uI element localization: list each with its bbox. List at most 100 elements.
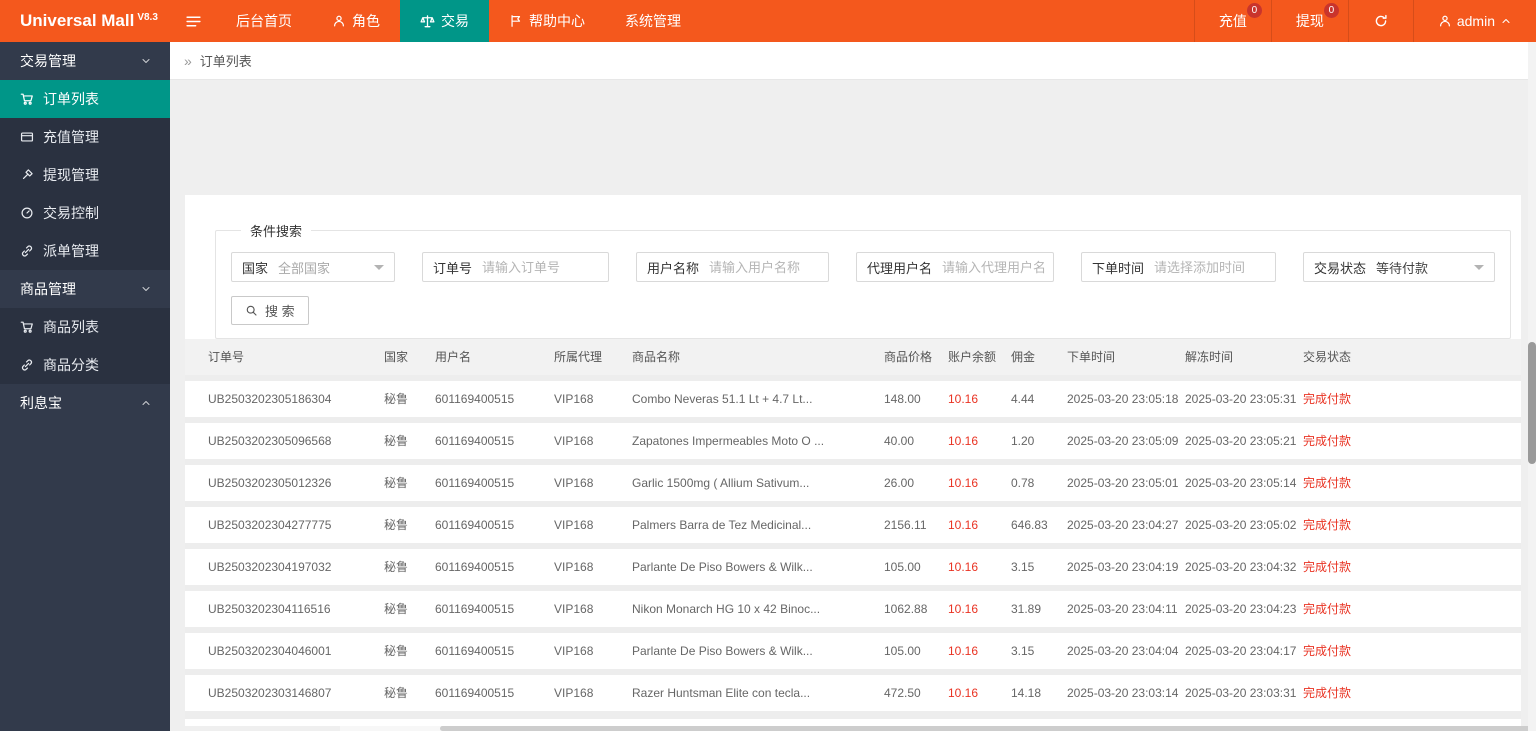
sidebar-section-trade-management[interactable]: 交易管理: [0, 42, 170, 80]
order-cell: 完成付款: [1303, 644, 1352, 658]
order-cell: 601169400515: [435, 560, 515, 574]
order-cell: 105.00: [884, 644, 921, 658]
top-nav-trade[interactable]: 交易: [400, 0, 489, 42]
order-cell: VIP168: [554, 644, 594, 658]
filter-input-order-no[interactable]: [482, 259, 608, 275]
top-nav-home[interactable]: 后台首页: [216, 0, 312, 42]
page-title: 订单列表: [199, 54, 252, 69]
flag-icon: [509, 14, 523, 28]
filter-input-agent-name[interactable]: [942, 259, 1053, 275]
sidebar-section-product-management[interactable]: 商品管理: [0, 270, 170, 308]
chevron-down-icon: [140, 283, 152, 295]
order-cell: 601169400515: [435, 644, 515, 658]
order-cell: 2025-03-20 23:04:32: [1185, 560, 1297, 574]
brand-logo: Universal Mall V8.3: [0, 0, 170, 42]
sidebar-item-order-list[interactable]: 订单列表: [0, 80, 170, 118]
sidebar-group-trade-management: 订单列表 充值管理 提现管理 交易控制 派单管理: [0, 80, 170, 270]
filter-select-trade-status[interactable]: 等待付款: [1376, 258, 1474, 277]
search-panel: 条件搜索 国家全部国家 订单号 用户名称 代理用户名 下单时间 交易状态等待付款 搜 索: [215, 221, 1511, 339]
sidebar-toggle-button[interactable]: [170, 0, 216, 42]
table-body: UB2503202305186304 秘鲁 601169400515 VIP168 Co…: [185, 375, 1521, 719]
order-cell: Combo Neveras 51.1 Lt + 4.7 Lt...: [632, 392, 813, 406]
control-icon: [20, 206, 34, 220]
vertical-scrollbar-thumb[interactable]: [1528, 342, 1536, 464]
order-cell: 2025-03-20 23:05:14: [1185, 476, 1297, 490]
column-header: 交易状态: [1303, 350, 1352, 364]
order-cell: VIP168: [554, 686, 594, 700]
search-icon: [245, 304, 258, 317]
filter-select-country[interactable]: 全部国家: [278, 258, 374, 277]
order-cell: 完成付款: [1303, 392, 1352, 406]
order-cell: VIP168: [554, 392, 594, 406]
top-nav-help-center[interactable]: 帮助中心: [489, 0, 605, 42]
filter-input-user-name[interactable]: [709, 259, 828, 275]
order-cell: 2025-03-20 23:05:31: [1185, 392, 1297, 406]
order-cell: 2025-03-20 23:04:11: [1067, 602, 1178, 616]
cart-icon: [20, 320, 34, 334]
filter-trade-status: 交易状态 等待付款: [1303, 252, 1495, 282]
order-cell: 10.16: [948, 476, 979, 490]
filter-order-time: 下单时间: [1081, 252, 1276, 282]
order-cell: 148.00: [884, 392, 921, 406]
sidebar-section-interest-treasure[interactable]: 利息宝: [0, 384, 170, 422]
user-icon: [1438, 14, 1452, 28]
filter-label-country: 国家: [242, 260, 269, 276]
order-cell: UB2503202305096568: [208, 434, 332, 448]
filter-label-order-no: 订单号: [433, 260, 473, 276]
sidebar-item-recharge-management[interactable]: 充值管理: [0, 118, 170, 156]
order-cell: 601169400515: [435, 518, 515, 532]
column-header: 账户余额: [948, 350, 997, 364]
refresh-button[interactable]: [1347, 0, 1413, 42]
breadcrumb-chevrons-icon: »: [184, 52, 192, 69]
sidebar-item-product-list[interactable]: 商品列表: [0, 308, 170, 346]
order-cell: UB2503202304197032: [208, 560, 332, 574]
order-cell: 2025-03-20 23:05:21: [1185, 434, 1297, 448]
cart-icon: [20, 92, 34, 106]
order-row: UB2503202305186304 秘鲁 601169400515 VIP168 Co…: [185, 381, 1521, 417]
order-row: UB2503202305012326 秘鲁 601169400515 VIP168 Ga…: [185, 465, 1521, 501]
order-cell: 秘鲁: [384, 560, 409, 574]
link-icon: [20, 358, 34, 372]
column-header: 佣金: [1011, 350, 1036, 364]
order-cell: 完成付款: [1303, 434, 1352, 448]
column-header: 所属代理: [554, 350, 603, 364]
order-cell: UB2503202305012326: [208, 476, 332, 490]
main-area: » 订单列表 条件搜索 国家全部国家订单号用户名称代理用户名下单时间交易状态等待…: [170, 42, 1536, 731]
sidebar-item-dispatch-management[interactable]: 派单管理: [0, 232, 170, 270]
order-cell: 秘鲁: [384, 602, 409, 616]
order-cell: 31.89: [1011, 602, 1042, 616]
horizontal-scrollbar-thumb[interactable]: [440, 726, 1536, 731]
search-panel-legend: 条件搜索: [250, 224, 303, 239]
sidebar-item-withdraw-management[interactable]: 提现管理: [0, 156, 170, 194]
filter-input-order-time[interactable]: [1154, 259, 1275, 275]
order-cell: VIP168: [554, 434, 594, 448]
user-menu[interactable]: admin: [1412, 0, 1536, 42]
sidebar-item-product-category[interactable]: 商品分类: [0, 346, 170, 384]
top-nav-system[interactable]: 系统管理: [605, 0, 701, 42]
order-cell: 完成付款: [1303, 686, 1352, 700]
horizontal-scrollbar[interactable]: [340, 726, 1536, 731]
order-cell: Garlic 1500mg ( Allium Sativum...: [632, 476, 810, 490]
filter-user-name: 用户名称: [636, 252, 829, 282]
sidebar: 交易管理 订单列表 充值管理 提现管理 交易控制 派单管理 商品管理 商品列表 商品分类 利息宝: [0, 42, 170, 731]
order-cell: 601169400515: [435, 434, 515, 448]
sidebar-item-trade-control[interactable]: 交易控制: [0, 194, 170, 232]
vertical-scrollbar[interactable]: [1528, 42, 1536, 731]
link-icon: [20, 244, 34, 258]
search-button[interactable]: 搜 索: [231, 296, 309, 325]
withdraw-button[interactable]: 提现 0: [1270, 0, 1348, 42]
order-row: UB2503202304116516 秘鲁 601169400515 VIP168 Ni…: [185, 591, 1521, 627]
order-cell: 秘鲁: [384, 434, 409, 448]
top-bar: Universal Mall V8.3 后台首页 角色 交易 帮助中心 系统管理 充值 …: [0, 0, 1536, 42]
recharge-button[interactable]: 充值 0: [1193, 0, 1271, 42]
order-cell: 1062.88: [884, 602, 928, 616]
filter-agent-name: 代理用户名: [856, 252, 1054, 282]
order-cell: 2025-03-20 23:04:23: [1185, 602, 1297, 616]
order-cell: 秘鲁: [384, 644, 409, 658]
order-cell: 秘鲁: [384, 476, 409, 490]
order-cell: VIP168: [554, 518, 594, 532]
order-cell: 10.16: [948, 602, 979, 616]
order-cell: 秘鲁: [384, 686, 409, 700]
filter-label-order-time: 下单时间: [1092, 260, 1145, 276]
top-nav-roles[interactable]: 角色: [312, 0, 400, 42]
